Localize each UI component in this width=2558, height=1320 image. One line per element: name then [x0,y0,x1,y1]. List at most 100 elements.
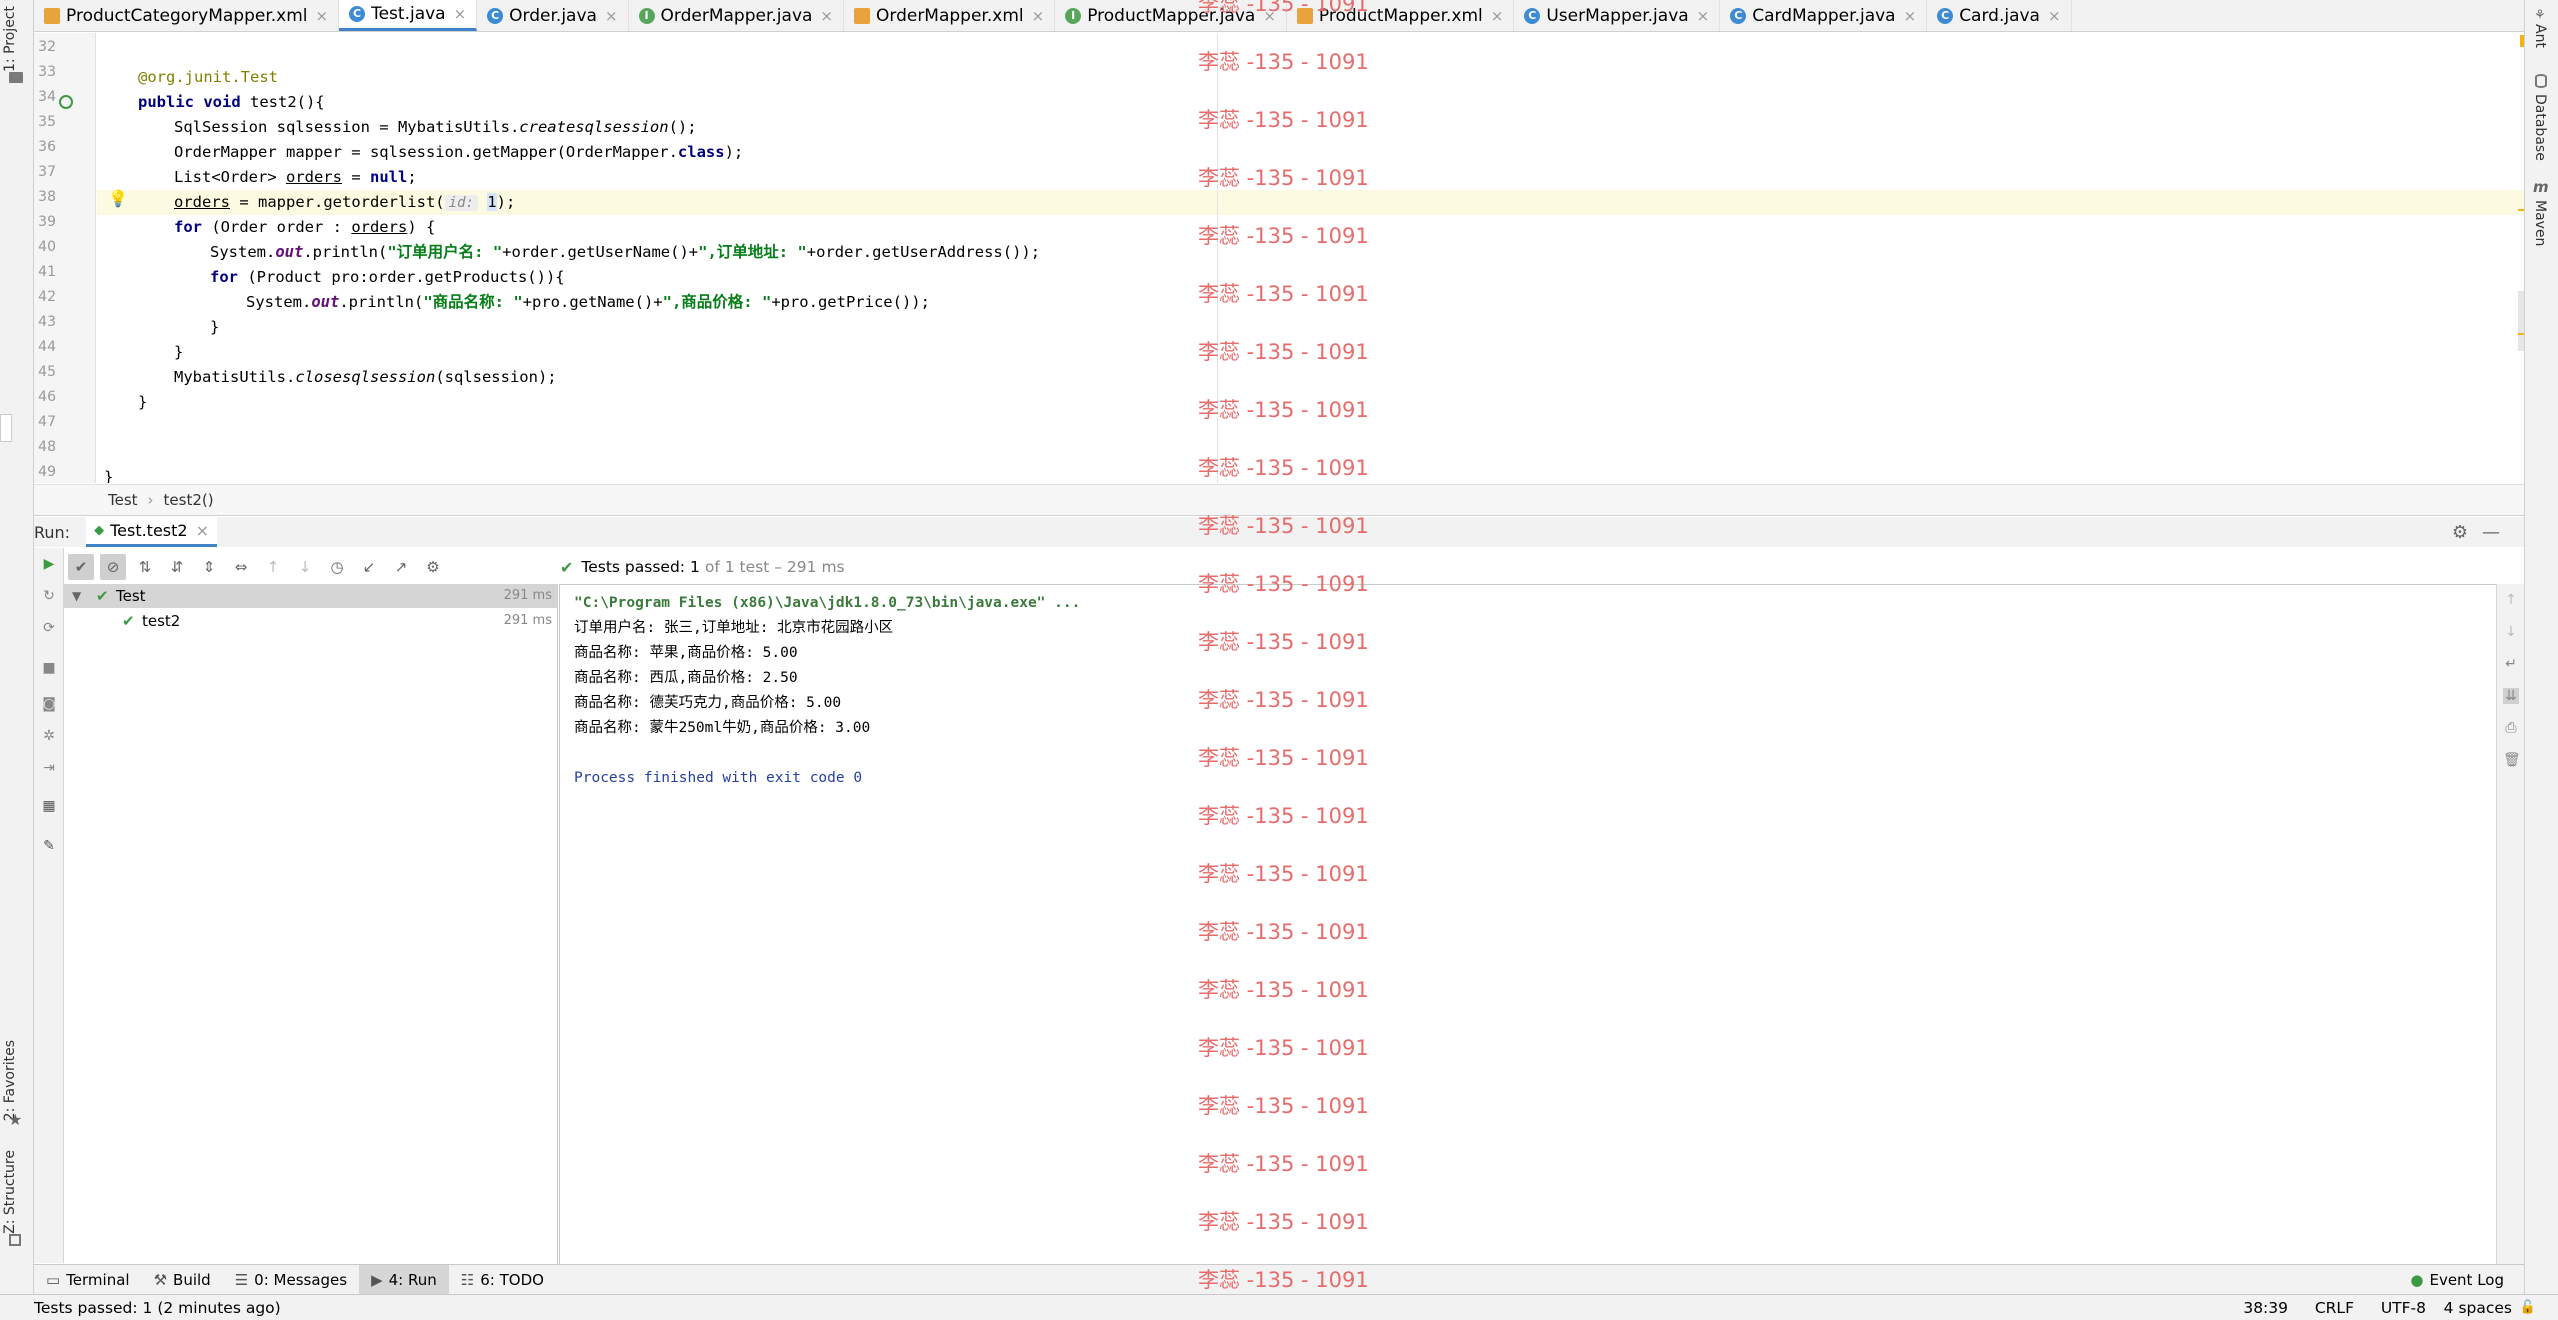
tool-tab-terminal[interactable]: ▭ Terminal [34,1265,142,1295]
gear-icon[interactable]: ⚙ [2452,522,2468,543]
history-icon[interactable]: ◷ [324,554,350,580]
tab-productmapper-xml[interactable]: ProductMapper.xml × [1287,0,1515,31]
warning-marker[interactable] [2518,333,2524,335]
soft-wrap-icon[interactable]: ↵ [2503,656,2519,672]
up-arrow-icon[interactable]: ↑ [2503,592,2519,608]
debug-icon[interactable]: ✲ [41,728,57,744]
tab-productmapper-java[interactable]: I ProductMapper.java × [1055,0,1287,31]
tab-usermapper-java[interactable]: C UserMapper.java × [1514,0,1721,31]
tool-tab-0-messages[interactable]: ☰ 0: Messages [223,1265,359,1295]
structure-tool-button[interactable]: Z: Structure [2,1150,18,1234]
line-number: 32 [38,39,56,55]
stop-icon[interactable]: ■ [41,660,57,676]
line-number: 34 [38,89,56,105]
export-tests-icon[interactable]: ↗ [388,554,414,580]
import-tests-icon[interactable]: ↙ [356,554,382,580]
tab-ordermapper-xml[interactable]: OrderMapper.xml × [844,0,1056,31]
console-output[interactable]: "C:\Program Files (x86)\Java\jdk1.8.0_73… [559,584,2499,1264]
lock-icon[interactable]: 🔓 [2520,1300,2536,1315]
pin-icon[interactable]: ✎ [41,838,57,854]
settings-icon[interactable]: ⚙ [420,554,446,580]
close-icon[interactable]: × [1263,7,1276,25]
breadcrumb-class[interactable]: Test [108,491,138,509]
console-line: 商品名称: 蒙牛250ml牛奶,商品价格: 3.00 [574,720,871,736]
tab-card-java[interactable]: C Card.java × [1927,0,2072,31]
project-tool-button[interactable]: 1: Project [2,6,18,72]
line-separator[interactable]: CRLF [2315,1299,2354,1317]
chevron-down-icon[interactable]: ▼ [72,584,81,608]
tab-ordermapper-java[interactable]: I OrderMapper.java × [629,0,844,31]
expand-all-icon[interactable]: ⇕ [196,554,222,580]
layout-icon[interactable]: ▦ [41,798,57,814]
close-icon[interactable]: × [1491,7,1504,25]
down-arrow-icon[interactable]: ↓ [2503,624,2519,640]
scroll-to-end-icon[interactable]: ⇊ [2503,688,2519,704]
collapse-all-icon[interactable]: ⇔ [228,554,254,580]
toggle-auto-test-icon[interactable]: ⟳ [41,620,57,636]
test-config-icon: ◆ [94,523,105,538]
database-tool-button[interactable]: Database [2532,94,2548,161]
code-line-41: for (Product pro:order.getProducts()){ [210,268,565,286]
warning-marker[interactable] [2518,209,2524,211]
caret-position[interactable]: 38:39 [2243,1299,2288,1317]
minimize-icon[interactable]: — [2482,522,2500,543]
code-editor[interactable]: 32 33 34 35 36 37 38 39 40 41 42 43 44 45 46 47 48 49 💡 @… [34,33,2524,483]
tab-order-java[interactable]: C Order.java × [477,0,629,31]
close-icon[interactable]: × [316,7,329,25]
sort-alpha-icon[interactable]: ⇅ [132,554,158,580]
breadcrumb-method[interactable]: test2() [164,491,214,509]
indent-setting[interactable]: 4 spaces [2444,1299,2512,1317]
export-icon[interactable]: ⇥ [41,760,57,776]
close-icon[interactable]: × [2048,7,2061,25]
line-number: 33 [38,64,56,80]
editor-scrollbar-thumb[interactable] [2518,291,2524,351]
close-icon[interactable]: × [820,7,833,25]
tool-tab-6-todo[interactable]: ☷ 6: TODO [449,1265,556,1295]
maven-tool-button[interactable]: Maven [2532,200,2548,246]
next-failed-icon[interactable]: ↓ [292,554,318,580]
code-line-34: public void test2(){ [138,93,325,111]
ant-icon: ⚘ [2534,8,2546,23]
close-icon[interactable]: × [196,521,209,540]
file-encoding[interactable]: UTF-8 [2381,1299,2426,1317]
line-number: 46 [38,389,56,405]
run-label: Run: [34,522,71,542]
tree-node-test2[interactable]: ✔ test2 291 ms [64,609,558,633]
ant-tool-button[interactable]: Ant [2532,24,2548,48]
camera-icon[interactable]: ◙ [41,696,57,712]
sort-duration-icon[interactable]: ⇵ [164,554,190,580]
line-number: 47 [38,414,56,430]
rerun-failed-icon[interactable]: ↻ [41,588,57,604]
tab-test-java[interactable]: C Test.java × [339,0,478,31]
tab-label: ProductCategoryMapper.xml [66,5,308,26]
tool-tab-build[interactable]: ⚒ Build [142,1265,223,1295]
close-icon[interactable]: × [1697,7,1710,25]
tab-label: Order.java [509,5,597,26]
event-log-button[interactable]: ● Event Log [2410,1271,2504,1289]
interface-file-icon: I [638,7,655,24]
tree-node-test[interactable]: ▼ ✔ Test 291 ms [64,584,558,608]
terminal-icon: ▭ [46,1270,61,1289]
close-icon[interactable]: × [605,7,618,25]
close-icon[interactable]: × [1904,7,1917,25]
show-ignored-icon[interactable]: ⊘ [100,554,126,580]
close-icon[interactable]: × [454,5,467,23]
rerun-icon[interactable]: ▶ [41,556,57,572]
lightbulb-icon[interactable]: 💡 [108,189,128,208]
run-config-tab[interactable]: ◆ Test.test2 × [86,517,217,547]
trash-icon[interactable]: 🗑 [2503,752,2521,768]
line-number: 48 [38,439,56,455]
print-icon[interactable]: ⎙ [2503,720,2519,736]
run-test-gutter-icon[interactable] [59,95,73,109]
status-message[interactable]: Tests passed: 1 (2 minutes ago) [34,1299,281,1317]
line-number: 35 [38,114,56,130]
collapsed-panel-handle[interactable] [0,414,12,442]
run-panel-header: Run: ◆ Test.test2 × ⚙ — [34,517,2524,547]
show-passed-icon[interactable]: ✔ [68,554,94,580]
tab-productcategorymapper-xml[interactable]: ProductCategoryMapper.xml × [34,0,340,31]
tab-cardmapper-java[interactable]: C CardMapper.java × [1720,0,1928,31]
previous-failed-icon[interactable]: ↑ [260,554,286,580]
tool-tab-4-run[interactable]: ▶ 4: Run [359,1264,449,1295]
inspection-indicator[interactable] [2520,35,2524,47]
close-icon[interactable]: × [1032,7,1045,25]
